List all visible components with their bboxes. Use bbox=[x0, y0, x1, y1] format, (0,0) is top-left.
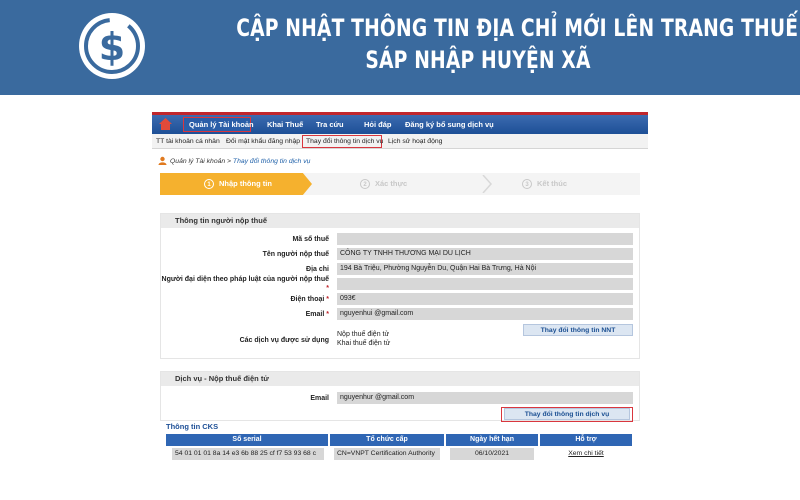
service-panel: Dịch vụ - Nộp thuế điện tử Email nguyenh… bbox=[160, 371, 640, 422]
address-label: Địa chỉ bbox=[306, 266, 329, 273]
taxpayer-heading: Thông tin người nộp thuế bbox=[161, 214, 639, 228]
email-label-text: Email bbox=[305, 311, 325, 318]
app-window: Quản lý Tài khoản Khai Thuế Tra cứu Hỏi … bbox=[152, 112, 648, 500]
nav-item-account[interactable]: Quản lý Tài khoản bbox=[189, 115, 254, 134]
banner-title-line2: SÁP NHẬP HUYỆN XÃ bbox=[365, 46, 591, 74]
change-service-info-button[interactable]: Thay đổi thông tin dịch vụ bbox=[504, 408, 630, 420]
step-3-label: Kết thúc bbox=[537, 179, 567, 188]
service-email-value: nguyenhur @gmail.com bbox=[337, 392, 633, 404]
legal-rep-label: Người đại diện theo pháp luật của người … bbox=[161, 275, 329, 293]
cks-header-serial: Số serial bbox=[166, 434, 328, 446]
service-heading: Dịch vụ - Nộp thuế điện tử bbox=[161, 372, 639, 386]
cks-serial-cell: 54 01 01 01 8a 14 e3 6b 88 25 cf f7 53 9… bbox=[172, 448, 324, 460]
step-3: 3 Kết thúc bbox=[522, 173, 567, 195]
breadcrumb-root[interactable]: Quản lý Tài khoản bbox=[170, 158, 225, 165]
required-mark: * bbox=[326, 296, 329, 303]
nav-item-declare-tax[interactable]: Khai Thuế bbox=[267, 115, 303, 134]
banner-title: CẬP NHẬT THÔNG TIN ĐỊA CHỈ MỚI LÊN TRANG… bbox=[236, 12, 800, 76]
email-value: nguyenhui @gmail.com bbox=[337, 308, 633, 320]
subnav-activity-history[interactable]: Lịch sử hoạt động bbox=[388, 134, 442, 149]
nav-item-faq[interactable]: Hỏi đáp bbox=[364, 115, 392, 134]
tax-code-label: Mã số thuế bbox=[292, 236, 329, 243]
taxpayer-panel: Thông tin người nộp thuế Mã số thuế Tên … bbox=[160, 213, 640, 359]
step-1: 1 Nhập thông tin bbox=[204, 173, 272, 195]
change-taxpayer-info-button[interactable]: Thay đổi thông tin NNT bbox=[523, 324, 633, 336]
address-value: 194 Bà Triệu, Phường Nguyễn Du, Quận Hai… bbox=[337, 263, 633, 275]
subnav-personal-info[interactable]: TT tài khoản cá nhân bbox=[156, 134, 220, 149]
main-navbar: Quản lý Tài khoản Khai Thuế Tra cứu Hỏi … bbox=[152, 115, 648, 134]
step-1-number: 1 bbox=[204, 179, 214, 189]
sub-navbar: TT tài khoản cá nhân Đổi mật khẩu đăng n… bbox=[152, 134, 648, 149]
cks-title: Thông tin CKS bbox=[166, 422, 219, 431]
header-banner: $ CẬP NHẬT THÔNG TIN ĐỊA CHỈ MỚI LÊN TRA… bbox=[0, 0, 800, 95]
service-item-pay-tax: Nộp thuế điện tử bbox=[337, 331, 390, 338]
screenshot-root: $ CẬP NHẬT THÔNG TIN ĐỊA CHỈ MỚI LÊN TRA… bbox=[0, 0, 800, 500]
nav-item-lookup[interactable]: Tra cứu bbox=[316, 115, 344, 134]
account-icon bbox=[158, 156, 167, 165]
cks-header-support: Hỗ trợ bbox=[540, 434, 632, 446]
legal-rep-label-text: Người đại diện theo pháp luật của người … bbox=[161, 276, 329, 283]
nav-item-register-service[interactable]: Đăng ký bổ sung dịch vụ bbox=[405, 115, 494, 134]
subnav-change-password[interactable]: Đổi mật khẩu đăng nhập bbox=[226, 134, 300, 149]
cks-issuer-cell: CN=VNPT Certification Authority bbox=[334, 448, 440, 460]
cks-header-expiry: Ngày hết hạn bbox=[446, 434, 538, 446]
service-item-declare-tax: Khai thuế điện tử bbox=[337, 340, 391, 347]
breadcrumb: Quản lý Tài khoản > Thay đổi thông tin d… bbox=[158, 156, 310, 168]
svg-text:$: $ bbox=[99, 25, 125, 69]
step-2: 2 Xác thực bbox=[360, 173, 407, 195]
step-1-label: Nhập thông tin bbox=[219, 179, 272, 188]
cks-detail-link[interactable]: Xem chi tiết bbox=[540, 448, 632, 460]
phone-label-text: Điện thoại bbox=[290, 296, 325, 303]
cks-expiry-cell: 06/10/2021 bbox=[450, 448, 534, 460]
email-label: Email * bbox=[161, 310, 329, 319]
banner-title-line1: CẬP NHẬT THÔNG TIN ĐỊA CHỈ MỚI LÊN TRANG… bbox=[236, 14, 800, 42]
tax-code-value bbox=[337, 233, 633, 245]
services-list: Nộp thuế điện tử Khai thuế điện tử bbox=[337, 330, 390, 348]
required-mark: * bbox=[326, 311, 329, 318]
legal-rep-value bbox=[337, 278, 633, 290]
step-2-number: 2 bbox=[360, 179, 370, 189]
phone-value: 093€ bbox=[337, 293, 633, 305]
step-2-label: Xác thực bbox=[375, 179, 408, 188]
services-used-label: Các dịch vụ được sử dụng bbox=[239, 337, 329, 344]
home-icon[interactable] bbox=[159, 118, 172, 130]
service-email-label: Email bbox=[310, 395, 329, 402]
breadcrumb-separator: > bbox=[225, 158, 233, 165]
step-3-number: 3 bbox=[522, 179, 532, 189]
taxpayer-name-value: CÔNG TY TNHH THƯƠNG MẠI DU LỊCH bbox=[337, 248, 633, 260]
dollar-coin-icon: $ bbox=[79, 13, 145, 79]
step-divider-icon bbox=[482, 175, 492, 193]
taxpayer-name-label: Tên người nộp thuế bbox=[262, 251, 329, 258]
required-mark: * bbox=[326, 285, 329, 292]
cks-header-issuer: Tổ chức cấp bbox=[330, 434, 444, 446]
phone-label: Điện thoại * bbox=[161, 295, 329, 304]
wizard-steps: 1 Nhập thông tin 2 Xác thực 3 Kết thúc bbox=[160, 173, 640, 195]
subnav-change-service-info[interactable]: Thay đổi thông tin dịch vụ bbox=[306, 134, 383, 149]
breadcrumb-current: Thay đổi thông tin dịch vụ bbox=[232, 158, 311, 165]
